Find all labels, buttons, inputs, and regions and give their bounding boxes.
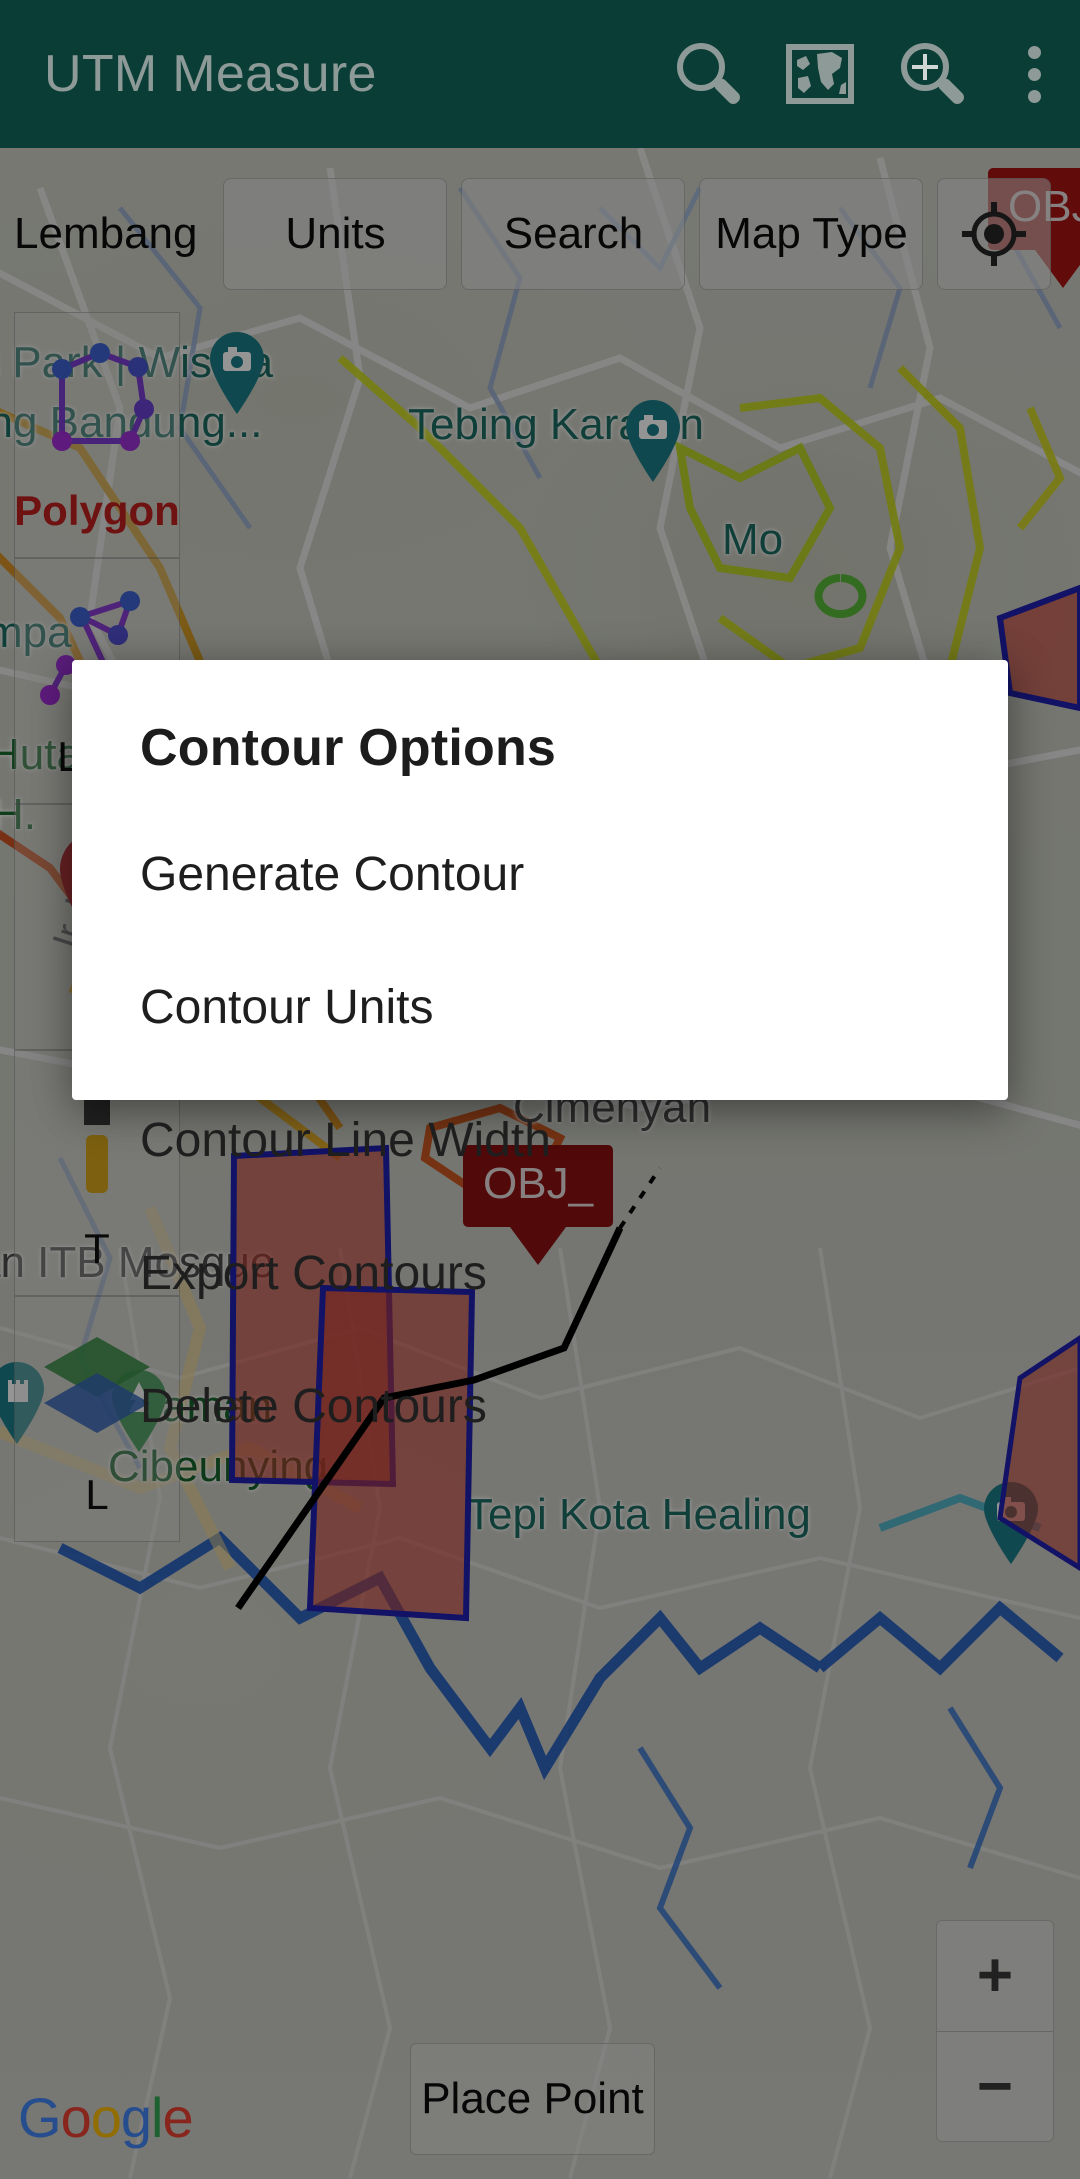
- zoom-target-icon: [901, 43, 964, 105]
- search-button[interactable]: [652, 18, 764, 130]
- dialog-item-generate-contour[interactable]: Generate Contour: [72, 808, 1008, 941]
- dialog-item-contour-line-width[interactable]: Contour Line Width: [72, 1074, 1008, 1207]
- app-bar: UTM Measure: [0, 0, 1080, 148]
- search-icon: [677, 43, 740, 105]
- overflow-menu-button[interactable]: [988, 18, 1080, 130]
- dialog-item-export-contours[interactable]: Export Contours: [72, 1207, 1008, 1340]
- dialog-title: Contour Options: [140, 719, 557, 777]
- app-screen: s Park | Wisata ang Bandung... Tebing Ka…: [0, 0, 1080, 2179]
- map-world-button[interactable]: [764, 18, 876, 130]
- app-bar-actions: [652, 18, 1080, 130]
- dialog-item-delete-contours[interactable]: Delete Contours: [72, 1340, 1008, 1473]
- dialog-item-contour-units[interactable]: Contour Units: [72, 941, 1008, 1074]
- zoom-target-button[interactable]: [876, 18, 988, 130]
- contour-options-dialog: Contour Options Generate Contour Contour…: [72, 660, 1008, 1433]
- map-world-icon: [786, 44, 854, 104]
- app-title: UTM Measure: [44, 45, 377, 103]
- dialog-options-list: Generate Contour Contour Units Contour L…: [72, 808, 1008, 1473]
- overflow-menu-icon: [1027, 45, 1041, 103]
